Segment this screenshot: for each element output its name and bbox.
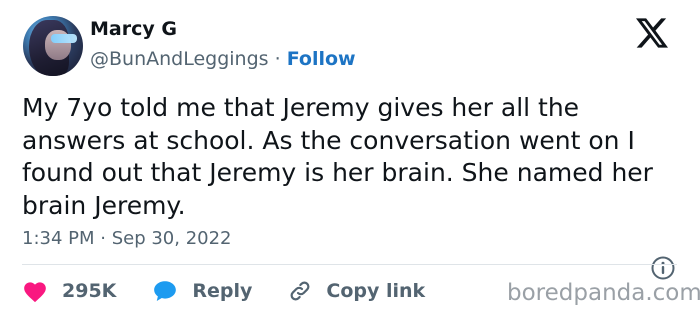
handle-separator: ·	[274, 48, 281, 70]
tweet-timestamp[interactable]: 1:34 PM · Sep 30, 2022	[22, 228, 232, 249]
copy-link-button[interactable]: Copy link	[288, 279, 425, 303]
follow-button[interactable]: Follow	[287, 48, 356, 70]
reply-button[interactable]: Reply	[152, 279, 252, 303]
reply-label: Reply	[192, 280, 253, 302]
watermark: boredpanda.com	[507, 280, 700, 306]
author-handle[interactable]: @BunAndLeggings	[90, 48, 269, 70]
avatar[interactable]	[23, 16, 83, 76]
action-bar: 295K Reply Copy link	[22, 276, 461, 306]
author-handle-row: @BunAndLeggings · Follow	[90, 48, 356, 70]
copy-link-label: Copy link	[326, 280, 426, 302]
tweet-text: My 7yo told me that Jeremy gives her all…	[22, 93, 653, 220]
like-count: 295K	[62, 280, 117, 302]
link-icon	[290, 281, 310, 301]
x-logo-icon[interactable]	[636, 18, 668, 48]
author-name[interactable]: Marcy G	[90, 18, 177, 40]
like-button[interactable]: 295K	[22, 279, 116, 303]
divider	[22, 264, 677, 265]
info-icon[interactable]	[650, 255, 676, 281]
speech-bubble-icon	[154, 281, 177, 301]
heart-icon	[24, 282, 46, 303]
